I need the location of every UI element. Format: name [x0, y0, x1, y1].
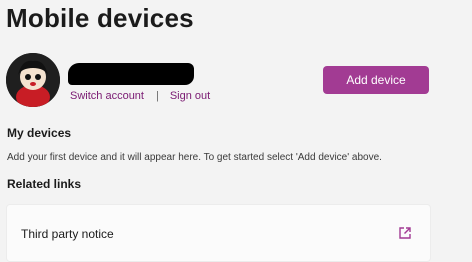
redacted-account-name	[68, 63, 194, 85]
third-party-notice-link[interactable]: Third party notice	[6, 204, 431, 262]
my-devices-heading: My devices	[7, 126, 72, 140]
account-links: Switch account | Sign out	[70, 90, 210, 102]
empty-devices-hint: Add your first device and it will appear…	[7, 152, 382, 163]
page-title: Mobile devices	[6, 3, 194, 33]
avatar	[6, 53, 60, 107]
external-link-icon	[398, 226, 412, 240]
related-link-label: Third party notice	[21, 227, 114, 241]
sign-out-link[interactable]: Sign out	[170, 90, 210, 102]
switch-account-link[interactable]: Switch account	[70, 90, 144, 102]
related-links-heading: Related links	[7, 177, 82, 191]
link-separator: |	[155, 90, 159, 102]
add-device-button[interactable]: Add device	[323, 66, 429, 94]
